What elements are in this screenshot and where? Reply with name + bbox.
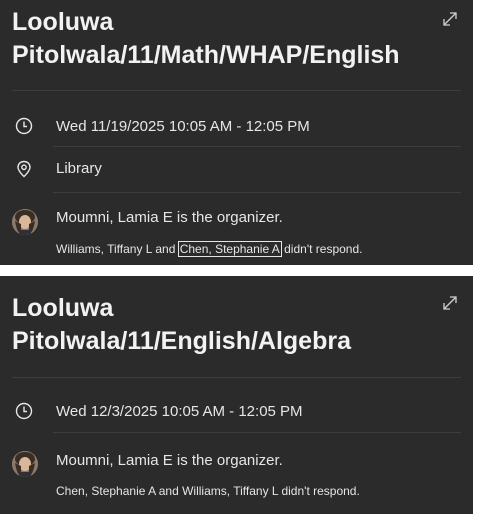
response-part: Williams, Tiffany L and xyxy=(56,242,179,256)
organizer-avatar xyxy=(12,209,38,235)
divider xyxy=(53,432,461,433)
response-status: Williams, Tiffany L and Chen, Stephanie … xyxy=(56,241,363,257)
event-time: Wed 11/19/2025 10:05 AM - 12:05 PM xyxy=(56,118,310,135)
organizer-text: Moumni, Lamia E is the organizer. xyxy=(56,209,283,226)
event-title-line2: Pitolwala/11/English/Algebra xyxy=(12,327,351,355)
expand-icon[interactable] xyxy=(441,10,459,28)
divider xyxy=(53,146,461,147)
event-title-line1: Looluwa xyxy=(12,294,114,322)
event-card-1: Looluwa Pitolwala/11/Math/WHAP/English W… xyxy=(0,0,473,265)
event-location: Library xyxy=(56,160,102,177)
expand-icon[interactable] xyxy=(441,294,459,312)
clock-icon xyxy=(15,402,33,420)
location-pin-icon xyxy=(17,160,31,178)
event-title: Looluwa Pitolwala/11/Math/WHAP/English xyxy=(12,6,432,72)
event-title: Looluwa Pitolwala/11/English/Algebra xyxy=(12,292,432,358)
event-time: Wed 12/3/2025 10:05 AM - 12:05 PM xyxy=(56,403,303,420)
divider xyxy=(12,377,461,378)
event-title-line1: Looluwa xyxy=(12,8,114,36)
event-card-2: Looluwa Pitolwala/11/English/Algebra Wed… xyxy=(0,276,473,514)
response-part: didn't respond. xyxy=(280,242,363,256)
clock-icon xyxy=(15,117,33,135)
organizer-avatar xyxy=(12,451,38,477)
organizer-text: Moumni, Lamia E is the organizer. xyxy=(56,452,283,469)
event-title-line2: Pitolwala/11/Math/WHAP/English xyxy=(12,41,400,69)
divider xyxy=(12,90,461,91)
response-status: Chen, Stephanie A and Williams, Tiffany … xyxy=(56,484,360,498)
attendee-link-chen[interactable]: Chen, Stephanie A xyxy=(177,241,282,257)
divider xyxy=(53,192,461,193)
